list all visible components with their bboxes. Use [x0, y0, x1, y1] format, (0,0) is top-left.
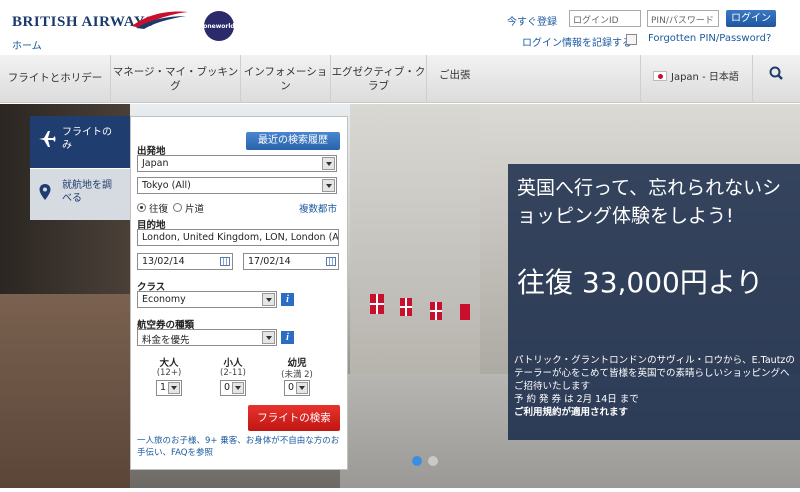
- tab-flights-only[interactable]: フライトのみ: [30, 116, 130, 168]
- multi-city-link[interactable]: 複数都市: [299, 201, 337, 215]
- remember-checkbox[interactable]: [626, 34, 637, 45]
- origin-country-select[interactable]: Japan: [137, 155, 337, 172]
- nav-flights-holidays[interactable]: フライトとホリデー: [0, 55, 110, 103]
- infants-value: 0: [288, 382, 295, 393]
- children-select[interactable]: 0: [220, 380, 246, 396]
- main-nav: フライトとホリデー マネージ・マイ・ブッキング インフォメーション エグゼクティ…: [0, 55, 800, 103]
- nav-search-button[interactable]: [752, 55, 800, 103]
- children-label: 小人: [223, 358, 243, 369]
- promo-body: パトリック・グラントロンドンのサヴィル・ロウから、E.Tautzのテーラーが心を…: [514, 354, 798, 419]
- class-info-icon[interactable]: i: [281, 293, 294, 306]
- class-select[interactable]: Economy: [137, 291, 277, 308]
- japan-flag-icon: [653, 71, 667, 81]
- chevron-down-icon: [322, 179, 335, 192]
- return-date-input[interactable]: 17/02/14: [243, 253, 339, 270]
- fare-info-icon[interactable]: i: [281, 331, 294, 344]
- nav-business-travel[interactable]: ご出張: [426, 55, 640, 103]
- fare-type-select[interactable]: 料金を優先: [137, 329, 277, 346]
- flight-search-panel: 最近の検索履歴 出発地 Japan Tokyo (All) 往復 片道 複数都市…: [130, 116, 348, 470]
- adults-age: (12+): [156, 368, 182, 378]
- children-age: (2-11): [220, 368, 246, 378]
- chevron-down-icon: [168, 382, 180, 394]
- promo-price: 往復 33,000円より: [517, 266, 764, 299]
- hero-brick-building: [0, 294, 130, 488]
- promo-box[interactable]: 英国へ行って、忘れられないショッピング体験をしよう! 往復 33,000円より …: [508, 164, 800, 440]
- recent-searches-button[interactable]: 最近の検索履歴: [246, 132, 340, 150]
- calendar-icon[interactable]: [220, 257, 230, 266]
- oneway-radio[interactable]: [173, 203, 182, 212]
- fare-type-value: 料金を優先: [142, 335, 190, 346]
- carousel-dot-active[interactable]: [412, 456, 422, 466]
- promo-period: 予 約 発 券 は 2月 14日 まで: [514, 394, 639, 405]
- search-icon: [769, 66, 783, 80]
- adults-select[interactable]: 1: [156, 380, 182, 396]
- chevron-down-icon: [296, 382, 308, 394]
- adults-value: 1: [160, 382, 167, 393]
- site-header: BRITISH AIRWAYS ホーム oneworld 今すぐ登録 ログインI…: [0, 0, 800, 55]
- tab-flights-label: フライトのみ: [62, 127, 112, 151]
- infants-select[interactable]: 0: [284, 380, 310, 396]
- union-flags-decoration: [370, 294, 470, 320]
- return-date-value: 17/02/14: [248, 256, 291, 267]
- hero-building-left: [350, 104, 480, 404]
- oneworld-logo: oneworld: [203, 11, 235, 41]
- pin-input[interactable]: PIN/パスワード: [647, 10, 719, 27]
- adults-label: 大人: [159, 358, 179, 369]
- help-footnote-link[interactable]: 一人旅のお子様、9+ 乗客、お身体が不自由な方のお手伝い、FAQを参照: [137, 435, 343, 459]
- language-selector[interactable]: Japan - 日本語: [640, 55, 752, 103]
- carousel-dot[interactable]: [428, 456, 438, 466]
- destination-input[interactable]: London, United Kingdom, LON, London (All…: [137, 229, 339, 246]
- chevron-down-icon: [232, 382, 244, 394]
- promo-terms[interactable]: ご利用規約が適用されます: [514, 406, 798, 419]
- nav-information[interactable]: インフォメーション: [240, 55, 330, 103]
- language-label: Japan - 日本語: [671, 72, 739, 83]
- chevron-down-icon: [262, 293, 275, 306]
- map-pin-icon: [39, 184, 51, 200]
- search-flights-button[interactable]: フライトの検索: [248, 405, 340, 431]
- promo-description: パトリック・グラントロンドンのサヴィル・ロウから、E.Tautzのテーラーが心を…: [514, 355, 795, 392]
- depart-date-value: 13/02/14: [142, 256, 185, 267]
- infants-label: 幼児: [287, 358, 307, 369]
- login-id-input[interactable]: ログインID: [569, 10, 641, 27]
- depart-date-input[interactable]: 13/02/14: [137, 253, 233, 270]
- british-airways-logo[interactable]: BRITISH AIRWAYS ホーム: [12, 11, 188, 52]
- tab-destination-label: 就航地を調べる: [62, 180, 112, 204]
- nav-manage-booking[interactable]: マネージ・マイ・ブッキング: [110, 55, 240, 103]
- forgot-pin-link[interactable]: Forgotten PIN/Password?: [648, 33, 771, 44]
- chevron-down-icon: [322, 157, 335, 170]
- origin-city-select[interactable]: Tokyo (All): [137, 177, 337, 194]
- remember-label: ログイン情報を記録する: [522, 38, 632, 49]
- infants-age: (未満 2): [281, 370, 313, 380]
- children-value: 0: [224, 382, 231, 393]
- return-radio[interactable]: [137, 203, 146, 212]
- origin-city-value: Tokyo (All): [142, 180, 191, 191]
- calendar-icon[interactable]: [326, 257, 336, 266]
- speedmarque-icon: [132, 11, 188, 29]
- class-value: Economy: [142, 294, 186, 305]
- airplane-icon: [39, 131, 56, 147]
- tab-find-destination[interactable]: 就航地を調べる: [30, 168, 130, 220]
- nav-executive-club[interactable]: エグゼクティブ・クラブ: [330, 55, 426, 103]
- home-link[interactable]: ホーム: [12, 37, 42, 52]
- promo-headline: 英国へ行って、忘れられないショッピング体験をしよう!: [517, 177, 782, 227]
- return-label: 往復: [149, 204, 169, 215]
- origin-country-value: Japan: [142, 158, 169, 169]
- chevron-down-icon: [262, 331, 275, 344]
- carousel-dots: [412, 456, 444, 469]
- oneway-label: 片道: [185, 204, 205, 215]
- login-button[interactable]: ログイン: [726, 10, 776, 27]
- register-link[interactable]: 今すぐ登録: [507, 13, 557, 28]
